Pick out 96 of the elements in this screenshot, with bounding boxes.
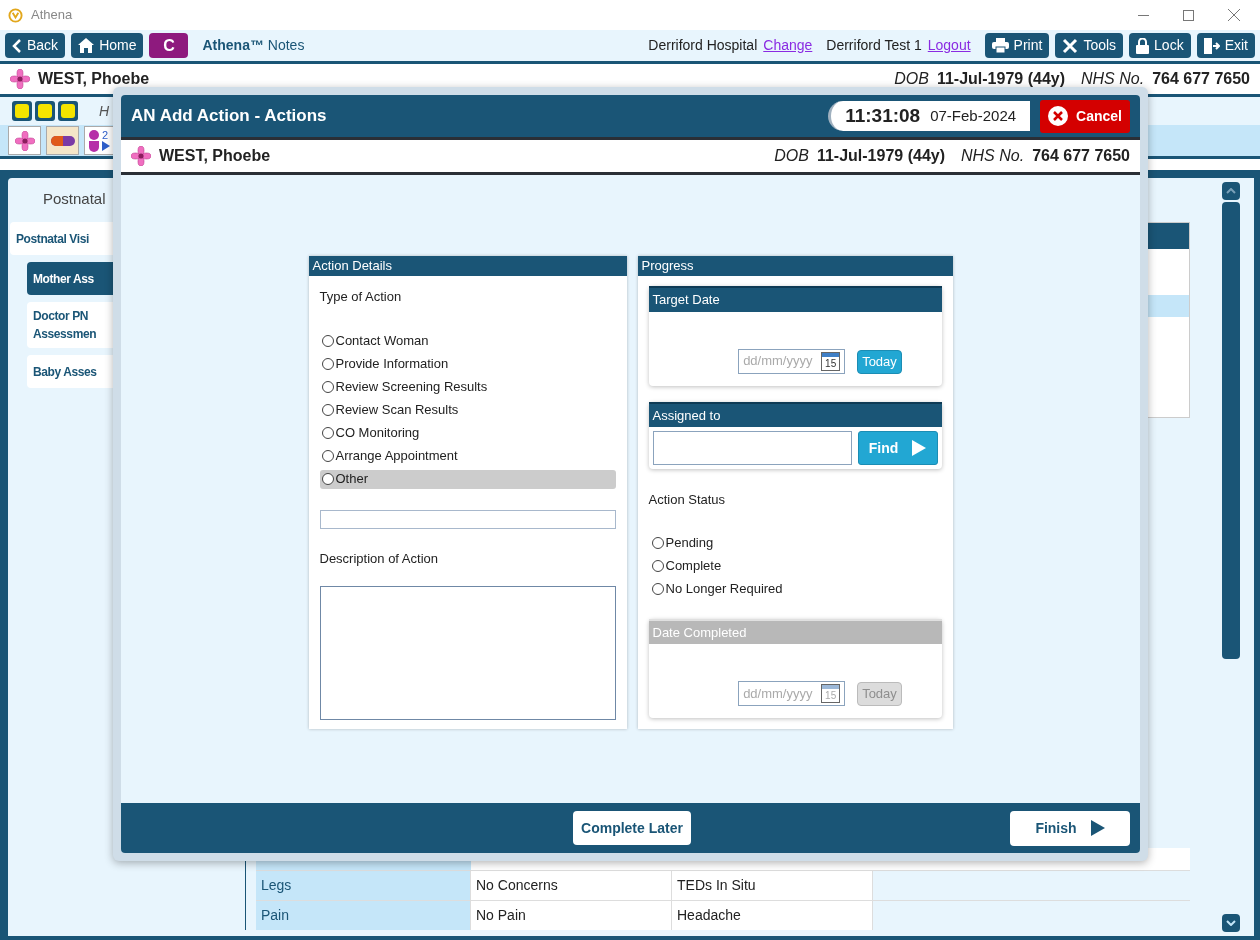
alert-text: H <box>99 101 110 121</box>
complete-later-button[interactable]: Complete Later <box>573 811 691 845</box>
user-name: Derriford Test 1 <box>826 36 922 55</box>
tools-button[interactable]: Tools <box>1055 33 1124 58</box>
radio-button[interactable] <box>321 450 334 462</box>
radio-option[interactable]: Provide Information <box>319 354 616 374</box>
change-link[interactable]: Change <box>763 35 813 56</box>
radio-option[interactable]: Pending <box>651 533 942 553</box>
panel-title: Progress <box>637 256 953 276</box>
radio-button[interactable] <box>321 473 334 485</box>
radio-option[interactable]: Contact Woman <box>319 331 616 351</box>
sidebar-heading: Postnatal <box>42 189 107 209</box>
radio-option[interactable]: Review Screening Results <box>319 377 616 397</box>
radio-button[interactable] <box>321 335 334 347</box>
scrollbar-thumb[interactable] <box>1222 202 1240 659</box>
patient-name: WEST, Phoebe <box>38 69 150 89</box>
radio-button[interactable] <box>651 537 664 549</box>
count: 2 <box>102 130 110 141</box>
date: 07-Feb-2024 <box>930 105 1017 126</box>
radio-option[interactable]: Complete <box>651 556 942 576</box>
flower-icon <box>131 146 151 166</box>
nhs-label: NHS No. <box>1081 69 1145 89</box>
scroll-up-icon[interactable] <box>1222 182 1240 200</box>
radio-option[interactable]: CO Monitoring <box>319 423 616 443</box>
assigned-input[interactable] <box>652 431 852 465</box>
nhs-label: NHS No. <box>961 146 1025 166</box>
finish-button[interactable]: Finish <box>1010 810 1130 846</box>
print-button[interactable]: Print <box>984 33 1050 58</box>
play-icon <box>912 440 927 456</box>
card-title: Target Date <box>648 286 942 312</box>
radio-option[interactable]: Review Scan Results <box>319 400 616 420</box>
nhs-number: 764 677 7650 <box>1032 146 1130 166</box>
exit-door-icon <box>1203 37 1220 54</box>
radio-option[interactable]: Arrange Appointment <box>319 446 616 466</box>
radio-button[interactable] <box>321 381 334 393</box>
hospital-name: Derriford Hospital <box>648 36 758 55</box>
home-button[interactable]: Home <box>71 33 144 58</box>
close-icon[interactable] <box>1228 9 1240 21</box>
row-header: Pain <box>256 901 471 930</box>
app-name: Athena™ Notes <box>202 36 305 55</box>
placeholder: dd/mm/yyyy <box>743 352 814 371</box>
time: 11:31:08 <box>845 103 921 128</box>
window-title: Athena <box>31 6 73 25</box>
radio-option[interactable]: No Longer Required <box>651 579 942 599</box>
patient-name: WEST, Phoebe <box>159 146 271 166</box>
field-label: Type of Action <box>319 288 403 306</box>
lock-button[interactable]: Lock <box>1129 33 1191 58</box>
close-icon <box>1048 106 1069 126</box>
table-cell: No Pain <box>471 901 672 930</box>
pill-icon <box>50 135 75 146</box>
row-header: Legs <box>256 871 471 900</box>
cancel-button[interactable]: Cancel <box>1040 99 1130 133</box>
flower-icon <box>10 69 30 89</box>
chevron-left-icon <box>12 38 22 53</box>
dob-value: 11-Jul-1979 (44y) <box>816 146 945 166</box>
maximize-icon[interactable] <box>1183 9 1194 21</box>
table-cell: No Concerns <box>471 871 672 900</box>
radio-button[interactable] <box>321 358 334 370</box>
panel-title: Action Details <box>308 256 627 276</box>
radio-button[interactable] <box>321 404 334 416</box>
description-field[interactable] <box>319 586 616 720</box>
card-title: Date Completed <box>648 618 942 644</box>
person-icon <box>87 129 101 152</box>
radio-button[interactable] <box>321 427 334 439</box>
radio-option[interactable]: Other <box>319 469 616 489</box>
table-cell: TEDs In Situ <box>672 871 873 900</box>
nhs-number: 764 677 7650 <box>1152 69 1250 89</box>
dob-value: 11-Jul-1979 (44y) <box>936 69 1065 89</box>
scroll-down-icon[interactable] <box>1222 914 1240 932</box>
lock-icon <box>1136 37 1150 54</box>
play-icon <box>102 141 110 151</box>
c-button[interactable]: C <box>149 33 189 58</box>
medication-button[interactable] <box>46 126 79 155</box>
minimize-icon[interactable] <box>1138 14 1149 16</box>
flower-icon <box>14 130 35 151</box>
logout-link[interactable]: Logout <box>927 35 971 56</box>
app-logo-icon <box>8 7 23 23</box>
placeholder: dd/mm/yyyy <box>743 684 814 703</box>
other-input[interactable] <box>319 509 616 529</box>
field-label: Action Status <box>648 491 727 509</box>
play-icon <box>1090 820 1105 836</box>
exit-button[interactable]: Exit <box>1196 33 1255 58</box>
dob-label: DOB <box>894 69 929 89</box>
radio-button[interactable] <box>651 560 664 572</box>
home-icon <box>78 38 95 53</box>
table-cell: Headache <box>672 901 873 930</box>
calendar-icon[interactable]: 15 <box>821 351 841 371</box>
field-label: Description of Action <box>319 549 439 568</box>
date-field[interactable]: dd/mm/yyyy 15 <box>738 348 846 374</box>
printer-icon <box>991 38 1009 53</box>
back-button[interactable]: Back <box>5 33 66 58</box>
radio-button[interactable] <box>651 583 664 595</box>
card-title: Assigned to <box>648 401 942 427</box>
flower-button[interactable] <box>8 126 41 155</box>
dialog-title: AN Add Action - Actions <box>131 105 327 128</box>
dob-label: DOB <box>774 146 809 166</box>
